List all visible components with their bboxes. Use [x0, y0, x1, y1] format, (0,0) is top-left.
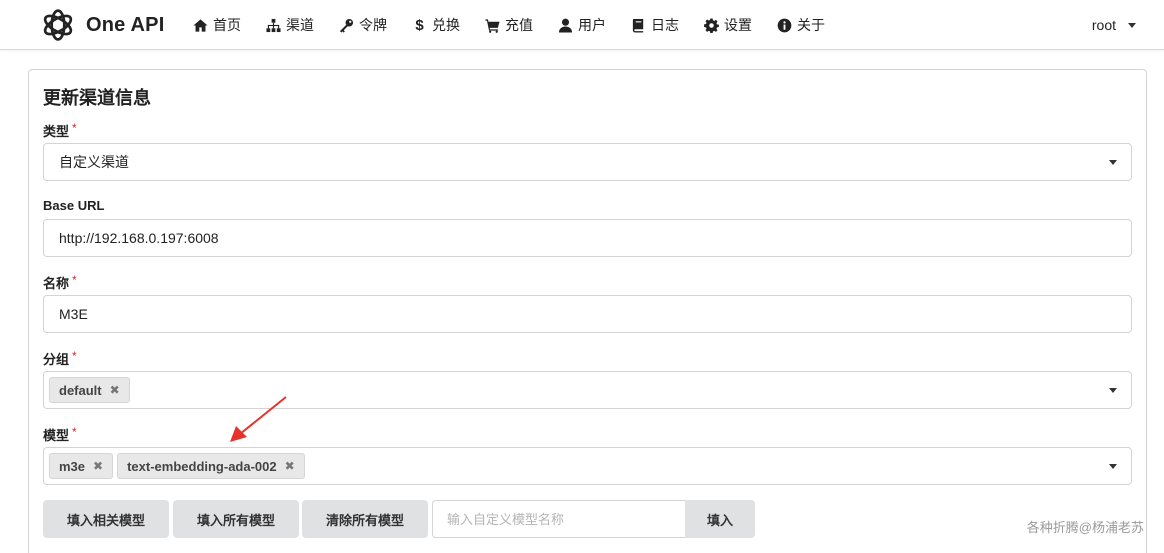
- home-icon: [193, 18, 208, 33]
- name-label: 名称 *: [43, 273, 77, 291]
- nav-item-label: 日志: [651, 17, 679, 33]
- base-url-input[interactable]: http://192.168.0.197:6008: [43, 219, 1132, 257]
- group-label: 分组 *: [43, 349, 77, 367]
- top-navbar: One API 首页 渠道 令牌 $ 兑换 充值 用户 日志 设置 关于 roo…: [0, 0, 1164, 50]
- nav-item-users[interactable]: 用户: [558, 0, 606, 50]
- nav-item-label: 关于: [797, 17, 825, 33]
- edit-channel-card: 更新渠道信息 类型 * 自定义渠道 Base URL http://192.168…: [28, 69, 1147, 553]
- name-value: M3E: [59, 306, 88, 322]
- nav-item-home[interactable]: 首页: [193, 0, 241, 50]
- openai-logo-icon: [43, 9, 73, 41]
- models-label: 模型 *: [43, 425, 77, 443]
- chevron-down-icon: [1128, 22, 1136, 28]
- nav-item-label: 渠道: [286, 17, 314, 33]
- base-url-value: http://192.168.0.197:6008: [59, 230, 219, 246]
- group-multiselect[interactable]: default ✖: [43, 371, 1132, 409]
- required-mark: *: [72, 121, 77, 135]
- chip-remove-icon[interactable]: ✖: [285, 459, 295, 473]
- main-nav: 首页 渠道 令牌 $ 兑换 充值 用户 日志 设置 关于: [193, 0, 850, 50]
- nav-item-about[interactable]: 关于: [777, 0, 825, 50]
- type-label: 类型 *: [43, 121, 77, 139]
- brand[interactable]: One API: [40, 6, 164, 44]
- nav-item-label: 令牌: [359, 17, 387, 33]
- custom-model-input[interactable]: [432, 500, 686, 538]
- nav-item-tokens[interactable]: 令牌: [339, 0, 387, 50]
- chip-remove-icon[interactable]: ✖: [110, 383, 120, 397]
- nav-item-label: 充值: [505, 17, 533, 33]
- type-value: 自定义渠道: [59, 154, 129, 170]
- key-icon: [339, 18, 354, 33]
- user-icon: [558, 18, 573, 33]
- user-menu[interactable]: root: [1092, 0, 1136, 50]
- base-url-label: Base URL: [43, 198, 105, 213]
- nav-item-redeem[interactable]: $ 兑换: [412, 0, 460, 50]
- chip-remove-icon[interactable]: ✖: [93, 459, 103, 473]
- nav-item-label: 设置: [724, 17, 752, 33]
- cart-icon: [485, 18, 500, 33]
- nav-item-settings[interactable]: 设置: [704, 0, 752, 50]
- book-icon: [631, 18, 646, 33]
- sitemap-icon: [266, 18, 281, 33]
- nav-item-label: 兑换: [432, 17, 460, 33]
- fill-all-models-button[interactable]: 填入所有模型: [173, 500, 299, 538]
- watermark: 各种折腾@杨浦老苏: [1026, 520, 1144, 535]
- nav-item-logs[interactable]: 日志: [631, 0, 679, 50]
- type-select[interactable]: 自定义渠道: [43, 143, 1132, 181]
- required-mark: *: [72, 425, 77, 439]
- required-mark: *: [72, 349, 77, 363]
- nav-item-channels[interactable]: 渠道: [266, 0, 314, 50]
- required-mark: *: [72, 273, 77, 287]
- model-chip: m3e ✖: [49, 453, 114, 479]
- gear-icon: [704, 17, 719, 33]
- page-title: 更新渠道信息: [43, 88, 151, 108]
- app-name: One API: [86, 13, 165, 36]
- clear-all-models-button[interactable]: 清除所有模型: [302, 500, 428, 538]
- name-input[interactable]: M3E: [43, 295, 1132, 333]
- fill-custom-model-button[interactable]: 填入: [685, 500, 755, 538]
- nav-item-topup[interactable]: 充值: [485, 0, 533, 50]
- info-icon: [777, 18, 792, 33]
- nav-item-label: 首页: [213, 17, 241, 33]
- models-multiselect[interactable]: m3e ✖ text-embedding-ada-002 ✖: [43, 447, 1132, 485]
- nav-item-label: 用户: [578, 17, 606, 33]
- username: root: [1091, 17, 1116, 33]
- dollar-icon: $: [415, 16, 424, 34]
- fill-related-models-button[interactable]: 填入相关模型: [43, 500, 169, 538]
- model-chip: text-embedding-ada-002 ✖: [117, 453, 305, 479]
- group-chip: default ✖: [49, 377, 130, 403]
